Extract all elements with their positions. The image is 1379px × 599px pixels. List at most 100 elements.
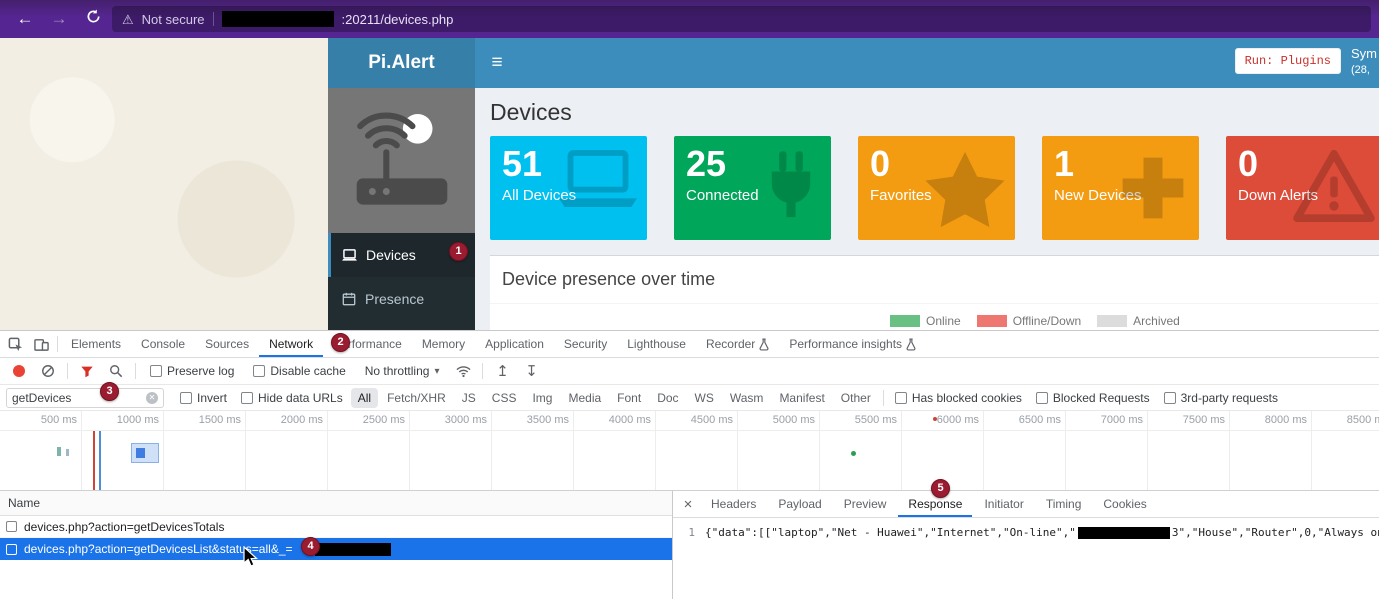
timeline-label: 4500 ms	[691, 414, 733, 426]
checkbox-label: Has blocked cookies	[912, 391, 1022, 405]
close-icon[interactable]: ×	[677, 496, 699, 513]
filter-type-doc[interactable]: Doc	[650, 388, 685, 408]
timeline-label: 2000 ms	[281, 414, 323, 426]
record-button[interactable]	[13, 365, 25, 377]
network-filterbar: getDevices ✕ Invert Hide data URLs All F…	[0, 385, 1379, 411]
app-header: Pi.Alert ≡ Run: Plugins Sym (28,	[328, 38, 1379, 88]
tab-timing[interactable]: Timing	[1036, 491, 1092, 517]
tab-performance-insights[interactable]: Performance insights	[779, 331, 926, 357]
step-badge-3: 3	[100, 382, 119, 401]
calendar-icon	[342, 292, 356, 306]
legend-label: Archived	[1133, 314, 1180, 328]
timeline-label: 6000 ms	[937, 414, 979, 426]
network-conditions-icon[interactable]	[450, 358, 476, 384]
waterfall-mark	[57, 447, 61, 456]
response-viewer[interactable]: 1 {"data":[["laptop","Net - Huawei","Int…	[673, 518, 1379, 599]
run-plugins-button[interactable]: Run: Plugins	[1235, 48, 1341, 74]
clear-filter-icon[interactable]: ✕	[146, 392, 158, 404]
step-badge-1: 1	[449, 242, 468, 261]
filter-type-manifest[interactable]: Manifest	[772, 388, 831, 408]
filter-value: getDevices	[12, 391, 71, 405]
legend-swatch	[1097, 315, 1127, 327]
filter-funnel-icon[interactable]	[74, 358, 100, 384]
tab-initiator[interactable]: Initiator	[974, 491, 1033, 517]
network-overview[interactable]: 500 ms 1000 ms 1500 ms 2000 ms 2500 ms 3…	[0, 411, 1379, 491]
info-box-favorites[interactable]: 0 Favorites	[858, 136, 1015, 240]
disable-cache-checkbox[interactable]: Disable cache	[253, 364, 345, 378]
devtools-panel: Elements Console Sources Network Perform…	[0, 330, 1379, 599]
throttling-select[interactable]: No throttling ▾	[365, 364, 440, 378]
export-har-icon[interactable]: ↧	[518, 358, 544, 384]
filter-type-wasm[interactable]: Wasm	[723, 388, 771, 408]
waterfall-mark	[933, 417, 937, 421]
filter-type-other[interactable]: Other	[834, 388, 878, 408]
tab-console[interactable]: Console	[131, 331, 195, 357]
user-info[interactable]: Sym (28,	[1351, 45, 1377, 77]
pialert-logo[interactable]: Pi.Alert	[328, 38, 475, 88]
tab-memory[interactable]: Memory	[412, 331, 475, 357]
checkbox-label: Invert	[197, 391, 227, 405]
info-box-all-devices[interactable]: 51 All Devices	[490, 136, 647, 240]
info-box-down-alerts[interactable]: 0 Down Alerts	[1226, 136, 1379, 240]
filter-type-font[interactable]: Font	[610, 388, 648, 408]
tab-preview[interactable]: Preview	[834, 491, 897, 517]
info-box-connected[interactable]: 25 Connected	[674, 136, 831, 240]
sidebar-item-label: Presence	[365, 291, 424, 307]
forward-icon[interactable]: →	[42, 9, 76, 29]
filter-type-all[interactable]: All	[351, 388, 378, 408]
info-box-new-devices[interactable]: 1 New Devices	[1042, 136, 1199, 240]
legend-item-offline: Offline/Down	[977, 314, 1081, 328]
hide-data-urls-checkbox[interactable]: Hide data URLs	[241, 391, 343, 405]
tab-application[interactable]: Application	[475, 331, 554, 357]
waterfall-mark	[99, 431, 101, 491]
request-checkbox[interactable]	[6, 521, 17, 532]
filter-type-js[interactable]: JS	[455, 388, 483, 408]
back-icon[interactable]: ←	[8, 9, 42, 29]
tab-payload[interactable]: Payload	[768, 491, 831, 517]
redacted-host	[222, 11, 334, 27]
preserve-log-checkbox[interactable]: Preserve log	[150, 364, 234, 378]
inspect-icon[interactable]	[2, 331, 28, 357]
desktop-wallpaper	[0, 38, 328, 330]
checkbox-label: Disable cache	[270, 364, 345, 378]
devices-laptop-icon	[342, 249, 357, 262]
legend-item-online: Online	[890, 314, 961, 328]
timeline-label: 3500 ms	[527, 414, 569, 426]
import-har-icon[interactable]: ↥	[489, 358, 515, 384]
request-row-selected[interactable]: devices.php?action=getDevicesList&status…	[0, 538, 672, 560]
request-row[interactable]: devices.php?action=getDevicesTotals	[0, 516, 672, 538]
clear-log-icon[interactable]	[35, 358, 61, 384]
response-text: {"data":[["laptop","Net - Huawei","Inter…	[705, 526, 1076, 539]
tab-security[interactable]: Security	[554, 331, 617, 357]
third-party-requests-checkbox[interactable]: 3rd-party requests	[1164, 391, 1278, 405]
response-content: {"data":[["laptop","Net - Huawei","Inter…	[705, 526, 1379, 599]
network-filter-input[interactable]: getDevices ✕	[6, 388, 164, 408]
filter-type-media[interactable]: Media	[561, 388, 608, 408]
tab-elements[interactable]: Elements	[61, 331, 131, 357]
blocked-requests-checkbox[interactable]: Blocked Requests	[1036, 391, 1150, 405]
invert-checkbox[interactable]: Invert	[180, 391, 227, 405]
has-blocked-cookies-checkbox[interactable]: Has blocked cookies	[895, 391, 1022, 405]
sidebar-toggle-icon[interactable]: ≡	[475, 38, 519, 88]
search-icon[interactable]	[103, 358, 129, 384]
reload-icon[interactable]	[76, 9, 110, 29]
tab-recorder[interactable]: Recorder	[696, 331, 779, 357]
plus-icon	[1115, 150, 1191, 226]
filter-type-css[interactable]: CSS	[485, 388, 524, 408]
timeline-label: 6500 ms	[1019, 414, 1061, 426]
request-checkbox[interactable]	[6, 544, 17, 555]
address-bar[interactable]: ⚠ Not secure :20211/devices.php	[112, 6, 1371, 32]
tab-lighthouse[interactable]: Lighthouse	[617, 331, 696, 357]
app-navbar: ≡ Run: Plugins Sym (28,	[475, 38, 1379, 88]
sidebar-item-presence[interactable]: Presence	[328, 277, 475, 321]
filter-type-ws[interactable]: WS	[688, 388, 721, 408]
tab-cookies[interactable]: Cookies	[1093, 491, 1156, 517]
filter-type-fetch-xhr[interactable]: Fetch/XHR	[380, 388, 453, 408]
tab-headers[interactable]: Headers	[701, 491, 766, 517]
tab-network[interactable]: Network	[259, 331, 323, 357]
tab-sources[interactable]: Sources	[195, 331, 259, 357]
toolbar-divider	[883, 390, 884, 406]
device-toolbar-icon[interactable]	[28, 331, 54, 357]
filter-type-img[interactable]: Img	[525, 388, 559, 408]
name-column-header[interactable]: Name	[0, 491, 672, 516]
